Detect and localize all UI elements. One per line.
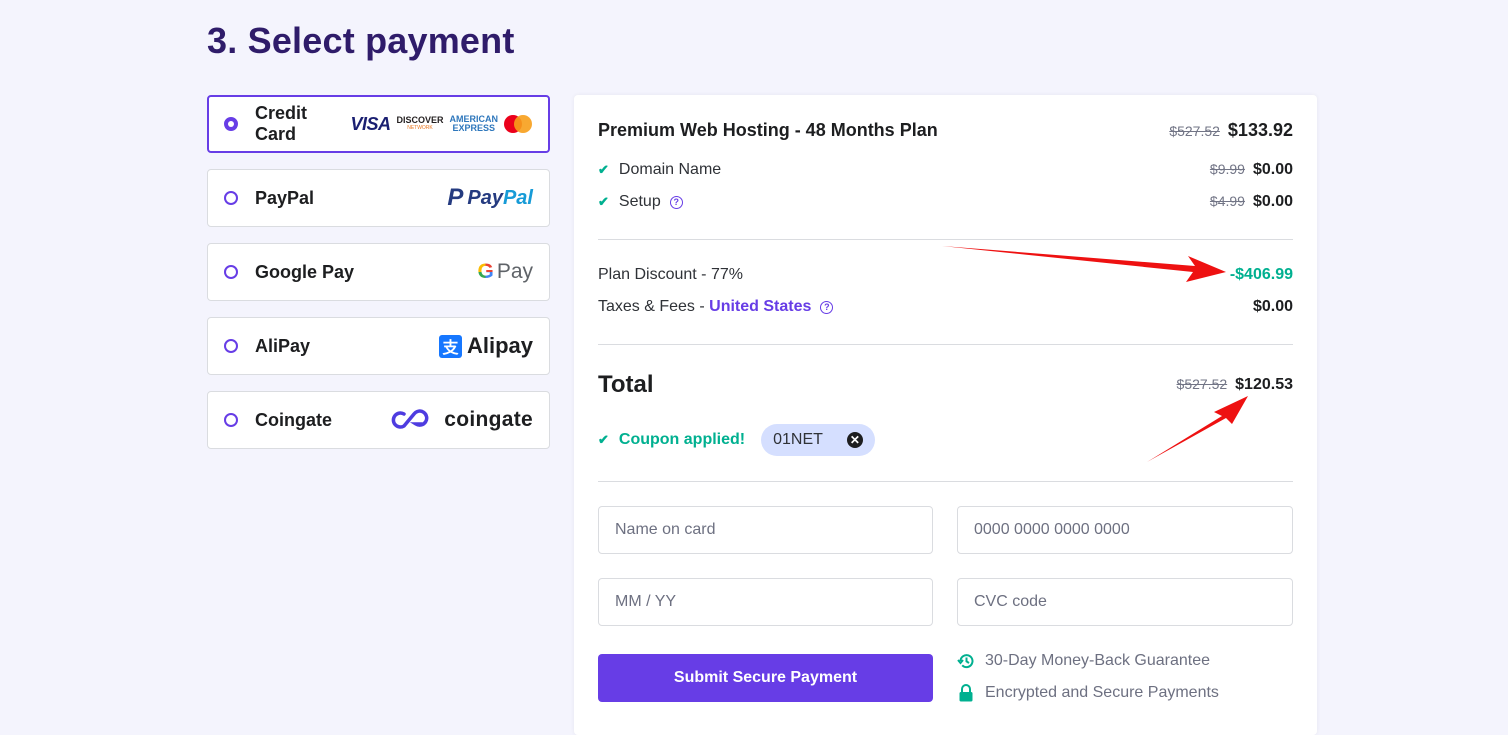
name-on-card-input[interactable]	[598, 506, 933, 554]
coupon-status: Coupon applied!	[618, 431, 746, 448]
visa-logo: VISA	[350, 113, 391, 134]
payment-method-credit-card[interactable]: Credit Card VISA DISCOVER NETWORK AMERICA…	[207, 95, 550, 153]
total-label: Total	[598, 371, 654, 398]
alipay-logo: 支 Alipay	[438, 333, 533, 359]
method-label: Credit Card	[255, 103, 308, 144]
amex-logo: AMERICAN EXPRESS	[449, 114, 499, 133]
method-label: AliPay	[255, 335, 311, 356]
cvc-input[interactable]	[957, 578, 1293, 626]
item-row-setup: ✔ Setup? $4.99 $0.00	[598, 193, 1293, 210]
payment-method-google-pay[interactable]: Google Pay G Pay	[207, 243, 550, 301]
plan-price: $133.92	[1227, 120, 1293, 140]
method-label: Google Pay	[255, 261, 355, 282]
history-icon	[957, 652, 975, 670]
coupon-row: ✔ Coupon applied! 01NET ✕	[598, 424, 1293, 456]
expiry-input[interactable]	[598, 578, 933, 626]
alipay-mark-icon: 支	[438, 334, 462, 358]
total-price: $120.53	[1235, 376, 1293, 393]
help-icon[interactable]: ?	[820, 300, 834, 314]
google-g-icon: G	[477, 260, 494, 283]
method-label: Coingate	[255, 409, 333, 430]
divider	[598, 481, 1293, 482]
discount-value: -$406.99	[1229, 266, 1293, 283]
coingate-mark-icon	[391, 409, 429, 429]
assurance-money-back: 30-Day Money-Back Guarantee	[957, 652, 1210, 670]
paypal-logo: P PayPal	[447, 184, 533, 211]
taxes-row: Taxes & Fees - United States? $0.00	[598, 298, 1293, 316]
item-row-domain: ✔ Domain Name $9.99 $0.00	[598, 161, 1293, 178]
order-summary-card: Premium Web Hosting - 48 Months Plan $52…	[574, 95, 1317, 735]
payment-method-alipay[interactable]: AliPay 支 Alipay	[207, 317, 550, 375]
assurance-secure: Encrypted and Secure Payments	[957, 684, 1219, 702]
check-icon: ✔	[598, 162, 609, 177]
help-icon[interactable]: ?	[669, 195, 683, 209]
card-number-input[interactable]	[957, 506, 1293, 554]
divider	[598, 239, 1293, 240]
check-icon: ✔	[598, 432, 609, 447]
radio[interactable]	[224, 191, 238, 205]
payment-methods: Credit Card VISA DISCOVER NETWORK AMERICA…	[207, 95, 550, 465]
coingate-logo: coingate	[390, 408, 533, 432]
discount-row: Plan Discount - 77% -$406.99	[598, 266, 1293, 283]
discover-logo: DISCOVER NETWORK	[396, 115, 444, 132]
lock-icon	[957, 684, 975, 702]
divider	[598, 344, 1293, 345]
check-icon: ✔	[598, 194, 609, 209]
payment-method-paypal[interactable]: PayPal P PayPal	[207, 169, 550, 227]
coupon-chip: 01NET ✕	[761, 424, 875, 456]
mastercard-logo	[504, 115, 532, 133]
radio[interactable]	[224, 339, 238, 353]
payment-method-coingate[interactable]: Coingate coingate	[207, 391, 550, 449]
submit-payment-button[interactable]: Submit Secure Payment	[598, 654, 933, 702]
remove-coupon-icon[interactable]: ✕	[846, 432, 863, 448]
page-title: 3. Select payment	[207, 20, 515, 61]
country-link[interactable]: United States	[709, 298, 811, 316]
radio-selected[interactable]	[224, 117, 238, 131]
plan-name: Premium Web Hosting - 48 Months Plan	[598, 120, 938, 140]
radio[interactable]	[224, 265, 238, 279]
method-label: PayPal	[255, 187, 315, 208]
plan-row: Premium Web Hosting - 48 Months Plan $52…	[598, 120, 1293, 141]
plan-old-price: $527.52	[1169, 123, 1220, 139]
paypal-mark-icon: P	[447, 184, 464, 211]
total-row: Total $527.52 $120.53	[598, 371, 1293, 398]
google-pay-logo: G Pay	[477, 260, 533, 283]
radio[interactable]	[224, 413, 238, 427]
card-logos: VISA DISCOVER NETWORK AMERICAN EXPRESS	[350, 114, 532, 135]
